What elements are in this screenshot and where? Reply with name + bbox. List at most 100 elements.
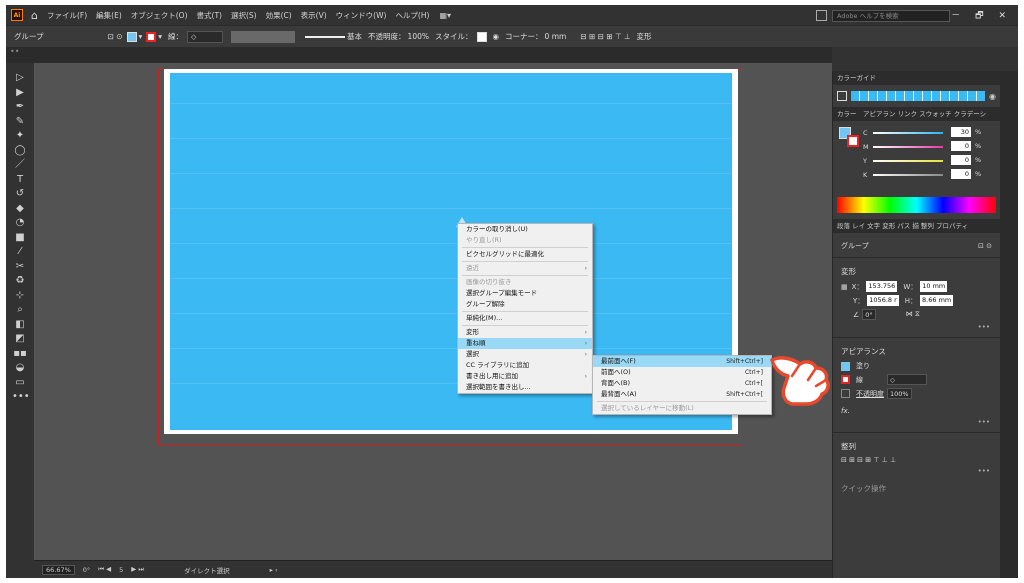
eyedropper-tool-icon[interactable]: ⁄ [12, 245, 28, 259]
chevron-down-icon[interactable]: ▾ [139, 32, 143, 41]
transform-label[interactable]: 変形 [636, 31, 651, 42]
symbol-tool-icon[interactable]: ♻ [12, 274, 28, 288]
help-search-input[interactable]: Adobe ヘルプを検索 [832, 10, 950, 22]
curvature-tool-icon[interactable]: ✎ [12, 115, 28, 129]
status-arrow-icon[interactable]: ▸ ‹ [270, 566, 278, 574]
page-nav-icon[interactable]: ⏮ ◀ [98, 565, 111, 574]
fill-swatch[interactable] [126, 31, 137, 42]
zoom-tool-icon[interactable]: ⌕ [12, 303, 28, 317]
color-slider-k[interactable]: K 0% [863, 169, 1000, 181]
menu-type[interactable]: 書式(T) [197, 10, 222, 21]
submenu-item[interactable]: 最背面へ(A) Shift+Ctrl+[ [593, 389, 771, 400]
rotation-field[interactable]: 0° [83, 566, 90, 574]
color-guide-strip[interactable]: ◉ [837, 90, 996, 102]
color-slider-c[interactable]: C 30% [863, 127, 1000, 139]
submenu-item[interactable]: 前面へ(O) Ctrl+] [593, 367, 771, 378]
color-mode-icon[interactable]: ▪▪ [12, 347, 28, 361]
more-tools-icon[interactable]: ••• [12, 390, 30, 404]
harmony-colors[interactable] [851, 91, 986, 101]
y-field[interactable]: 1056.8 r [867, 295, 899, 306]
color-spectrum[interactable] [837, 197, 996, 213]
reference-point-icon[interactable]: ▦ [841, 283, 848, 291]
rectangle-tool-icon[interactable]: ■ [12, 231, 28, 245]
recolor-icon[interactable]: ◉ [493, 32, 500, 41]
slider-track[interactable] [873, 160, 943, 162]
pen-tool-icon[interactable]: ✒ [12, 100, 28, 114]
menu-effect[interactable]: 効果(C) [266, 10, 292, 21]
color-slider-y[interactable]: Y 0% [863, 155, 1000, 167]
context-menu-item[interactable]: 書き出し用に追加 › [458, 371, 592, 382]
more-options-icon[interactable]: ••• [833, 323, 990, 331]
slider-track[interactable] [873, 132, 943, 134]
color-wheel-icon[interactable]: ◉ [989, 92, 996, 101]
panel-scrollbar[interactable] [1000, 71, 1018, 578]
anchor-tool-icon[interactable]: ✦ [12, 129, 28, 143]
more-options-icon[interactable]: ••• [833, 418, 990, 426]
fx-button[interactable]: fx. [841, 407, 850, 415]
menu-file[interactable]: ファイル(F) [47, 10, 87, 21]
context-menu-item[interactable]: カラーの取り消し(U) [458, 224, 592, 235]
canvas-area[interactable]: カラーの取り消し(U) やり直し(R) ピクセルグリッドに最適化 遠近 › 画像の切り抜き… [34, 63, 832, 560]
menu-window[interactable]: ウィンドウ(W) [336, 10, 387, 21]
align-icons[interactable]: ⊟ ⊞ ⊟ ⊞ ⊤ ⊥ [580, 32, 630, 41]
workspace-grid-icon[interactable]: ▦▾ [439, 11, 451, 20]
slider-track[interactable] [873, 174, 943, 176]
slider-track[interactable] [873, 146, 943, 148]
context-menu-item[interactable]: CC ライブラリに追加 [458, 360, 592, 371]
w-field[interactable]: 10 mm [920, 281, 948, 292]
more-options-icon[interactable]: ••• [833, 467, 990, 475]
stroke-swatch[interactable] [841, 375, 850, 384]
context-menu-item[interactable]: 画像の切り抜き [458, 277, 592, 288]
swap-colors-icon[interactable]: ◧ [12, 318, 28, 332]
submenu-item[interactable]: 背面へ(B) Ctrl+[ [593, 378, 771, 389]
context-menu-item[interactable]: 単純化(M)... [458, 313, 592, 324]
base-color-swatch[interactable] [837, 91, 847, 101]
color-slider-m[interactable]: M 0% [863, 141, 1000, 153]
opacity-label[interactable]: 不透明度： [368, 31, 406, 42]
eraser-tool-icon[interactable]: ◆ [12, 202, 28, 216]
x-field[interactable]: 153.756 [866, 281, 898, 292]
channel-value[interactable]: 30 [951, 127, 971, 137]
corner-value[interactable]: 0 mm [545, 32, 567, 41]
opacity-field[interactable]: 100% [887, 388, 912, 399]
menu-help[interactable]: ヘルプ(H) [395, 10, 429, 21]
menu-view[interactable]: 表示(V) [301, 10, 327, 21]
ellipse-tool-icon[interactable]: ◯ [12, 144, 28, 158]
menu-edit[interactable]: 編集(E) [96, 10, 122, 21]
channel-value[interactable]: 0 [951, 141, 971, 151]
context-menu-item[interactable]: 選択 › [458, 349, 592, 360]
channel-value[interactable]: 0 [951, 155, 971, 165]
stroke-swatch[interactable] [146, 31, 157, 42]
style-swatch[interactable] [476, 31, 487, 42]
flip-icons[interactable]: ⋈ ⧖ [906, 310, 920, 319]
rotate-tool-icon[interactable]: ↺ [12, 187, 28, 201]
chevron-down-icon[interactable]: ▾ [158, 32, 162, 41]
type-tool-icon[interactable]: T [12, 173, 28, 187]
stroke-swatch[interactable] [847, 135, 859, 147]
brush-tool-icon[interactable]: ／ [12, 158, 28, 172]
context-menu-item[interactable]: 選択範囲を書き出し... [458, 382, 592, 393]
isolate-icon[interactable]: ⊡ ⊙ [108, 32, 123, 41]
context-menu-item[interactable]: やり直し(R) [458, 235, 592, 246]
context-menu-item[interactable]: グループ解除 [458, 299, 592, 310]
context-menu-item[interactable]: 遠近 › [458, 263, 592, 274]
align-icons[interactable]: ⊟ ⊞ ⊟ ⊞ ⊤ ⊥ ⊥ [841, 456, 896, 464]
color-guide-header[interactable]: カラーガイド [833, 71, 1000, 85]
context-menu-item[interactable]: ピクセルグリッドに最適化 [458, 249, 592, 260]
draw-mode-icon[interactable]: ◒ [12, 361, 28, 375]
channel-value[interactable]: 0 [951, 169, 971, 179]
menu-select[interactable]: 選択(S) [231, 10, 257, 21]
selection-tool-icon[interactable]: ▷ [12, 71, 28, 85]
direct-selection-tool-icon[interactable]: ▶ [12, 86, 28, 100]
h-field[interactable]: 8.66 mm [920, 295, 954, 306]
window-controls[interactable]: － 🗗 ✕ [951, 8, 1012, 24]
submenu-item[interactable]: 選択しているレイヤーに移動(L) [593, 403, 771, 414]
opacity-label[interactable]: 不透明度 [856, 389, 884, 399]
screen-mode-icon[interactable]: ▭ [12, 376, 28, 390]
submenu-item[interactable]: 最前面へ(F) Shift+Ctrl+] [593, 356, 771, 367]
context-menu-item[interactable]: 変形 › [458, 327, 592, 338]
fill-swatch[interactable] [841, 361, 850, 371]
context-menu-item[interactable]: 選択グループ編集モード [458, 288, 592, 299]
blend-tool-icon[interactable]: ✂ [12, 260, 28, 274]
angle-field[interactable]: 0° [862, 309, 876, 320]
